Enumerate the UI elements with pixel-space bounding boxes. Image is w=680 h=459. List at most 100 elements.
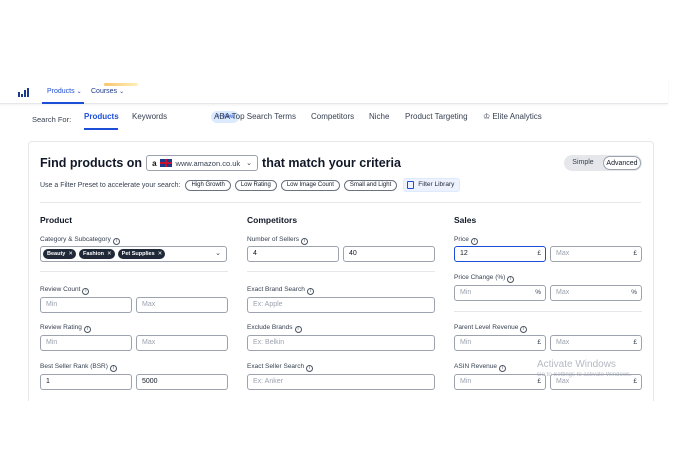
category-chip-fashion: Fashion ✕ — [78, 249, 115, 259]
search-for-label: Search For: — [32, 115, 72, 124]
nav-products-label: Products — [47, 88, 75, 95]
marketplace-label: www.amazon.co.uk — [175, 158, 241, 168]
exclude-brands-input[interactable]: Ex: Belkin — [247, 335, 435, 351]
category-select[interactable]: Beauty ✕ Fashion ✕ Pet Supplies ✕ ⌄ — [40, 246, 227, 262]
close-icon[interactable]: ✕ — [107, 251, 112, 257]
chevron-down-icon: ⌄ — [119, 89, 125, 95]
sellers-min[interactable]: 4 — [247, 246, 339, 262]
exclude-brands-label: Exclude Brands i — [247, 324, 302, 333]
bsr-label: Best Seller Rank (BSR) i — [40, 363, 117, 372]
price-max-placeholder: Max — [556, 250, 570, 257]
asin-revenue-label: ASIN Revenue i — [454, 363, 506, 372]
parent-revenue-min[interactable]: Min £ — [454, 335, 546, 351]
review-rating-max[interactable]: Max — [136, 335, 228, 351]
info-icon[interactable]: i — [301, 238, 309, 245]
seller-search-label-text: Exact Seller Search — [247, 363, 305, 370]
bsr-max[interactable]: 5000 — [136, 374, 228, 390]
seller-search-label: Exact Seller Search i — [247, 363, 314, 372]
review-count-label-text: Review Count — [40, 286, 81, 293]
preset-low-rating[interactable]: Low Rating — [234, 179, 277, 191]
parent-revenue-min-placeholder: Min — [460, 339, 472, 346]
preset-high-growth[interactable]: High Growth — [185, 179, 231, 191]
divider — [247, 271, 435, 272]
tab-active-indicator — [84, 128, 118, 130]
mode-simple[interactable]: Simple — [565, 156, 601, 170]
activate-windows-subtext: Go to Settings to activate Windows. — [537, 372, 632, 378]
info-icon[interactable]: i — [109, 365, 117, 372]
seller-search-input[interactable]: Ex: Anker — [247, 374, 435, 390]
price-min[interactable]: 12 £ — [454, 246, 546, 262]
info-icon[interactable]: i — [294, 326, 302, 333]
tab-competitors[interactable]: Competitors — [311, 112, 354, 121]
category-label-text: Category & Subcategory — [40, 236, 111, 243]
close-icon[interactable]: ✕ — [68, 251, 73, 257]
tab-products[interactable]: Products — [84, 112, 119, 121]
product-section-title: Product — [40, 215, 73, 225]
bsr-min[interactable]: 1 — [40, 374, 132, 390]
nav-courses[interactable]: Courses ⌄ — [91, 88, 124, 95]
tab-niche[interactable]: Niche — [369, 112, 389, 121]
tab-elite-analytics-label: Elite Analytics — [492, 112, 542, 121]
filter-library-button[interactable]: Filter Library — [403, 178, 461, 192]
info-icon[interactable]: i — [306, 365, 314, 372]
tab-elite-analytics[interactable]: ♔ Elite Analytics — [483, 112, 542, 121]
chevron-down-icon: ⌄ — [76, 89, 82, 95]
info-icon[interactable]: i — [82, 288, 90, 295]
finder-title: Find products on a www.amazon.co.uk ⌄ th… — [40, 154, 401, 172]
mode-toggle: Simple Advanced — [564, 155, 642, 171]
tab-aba-top-search-terms[interactable]: ABA Top Search Terms — [214, 112, 296, 121]
parent-revenue-max[interactable]: Max £ — [550, 335, 642, 351]
brand-search-label-text: Exact Brand Search — [247, 286, 305, 293]
crown-icon: ♔ — [483, 112, 491, 121]
info-icon[interactable]: i — [306, 288, 314, 295]
sellers-max[interactable]: 40 — [343, 246, 435, 262]
review-count-max[interactable]: Max — [136, 297, 228, 313]
bsr-label-text: Best Seller Rank (BSR) — [40, 363, 108, 370]
product-column: Product Category & Subcategory i Beauty ✕ … — [40, 215, 228, 390]
mode-advanced[interactable]: Advanced — [603, 156, 641, 170]
finder-title-pre: Find products on — [40, 156, 143, 170]
nav-products[interactable]: Products ⌄ — [47, 88, 82, 95]
top-navbar: Products ⌄ Courses ⌄ — [0, 78, 668, 104]
review-count-min[interactable]: Min — [40, 297, 132, 313]
marketplace-select[interactable]: a www.amazon.co.uk ⌄ — [146, 155, 259, 171]
info-icon[interactable]: i — [520, 326, 528, 333]
amazon-icon: a — [152, 158, 157, 168]
parent-revenue-max-placeholder: Max — [556, 339, 570, 346]
price-change-label: Price Change (%) i — [454, 274, 515, 283]
sellers-label: Number of Sellers i — [247, 236, 309, 245]
asin-revenue-min[interactable]: Min £ — [454, 374, 546, 390]
close-icon[interactable]: ✕ — [158, 251, 163, 257]
info-icon[interactable]: i — [112, 238, 120, 245]
preset-small-and-light[interactable]: Small and Light — [343, 179, 398, 191]
new-ribbon — [104, 83, 138, 86]
brand-search-input[interactable]: Ex: Apple — [247, 297, 435, 313]
chip-label: Fashion — [82, 251, 105, 257]
preset-low-image-count[interactable]: Low Image Count — [280, 179, 340, 191]
percent-suffix: % — [631, 289, 637, 296]
info-icon[interactable]: i — [499, 365, 506, 372]
filter-library-label: Filter Library — [418, 181, 455, 188]
category-chip-pet-supplies: Pet Supplies ✕ — [117, 249, 166, 259]
category-chip-beauty: Beauty ✕ — [43, 249, 76, 259]
info-icon[interactable]: i — [83, 326, 91, 333]
price-change-min[interactable]: Min% — [454, 285, 546, 301]
info-icon[interactable]: i — [507, 276, 515, 283]
sellers-label-text: Number of Sellers — [247, 236, 300, 243]
tab-product-targeting[interactable]: Product Targeting — [405, 112, 468, 121]
info-icon[interactable]: i — [470, 238, 478, 245]
price-label-text: Price — [454, 236, 469, 243]
tab-keywords[interactable]: Keywords — [132, 112, 167, 121]
divider — [40, 271, 228, 272]
price-max[interactable]: Max £ — [550, 246, 642, 262]
library-icon — [407, 181, 415, 189]
sales-section-title: Sales — [454, 215, 477, 225]
review-rating-min[interactable]: Min — [40, 335, 132, 351]
logo-icon[interactable] — [18, 88, 30, 97]
competitors-column: Competitors Number of Sellers i 4 40 Exac… — [247, 215, 435, 390]
price-change-max[interactable]: Max% — [550, 285, 642, 301]
preset-text: Use a Filter Preset to accelerate your s… — [40, 181, 181, 189]
asin-revenue-min-placeholder: Min — [460, 378, 472, 385]
chip-label: Pet Supplies — [121, 251, 155, 257]
nav-courses-label: Courses — [91, 88, 118, 95]
